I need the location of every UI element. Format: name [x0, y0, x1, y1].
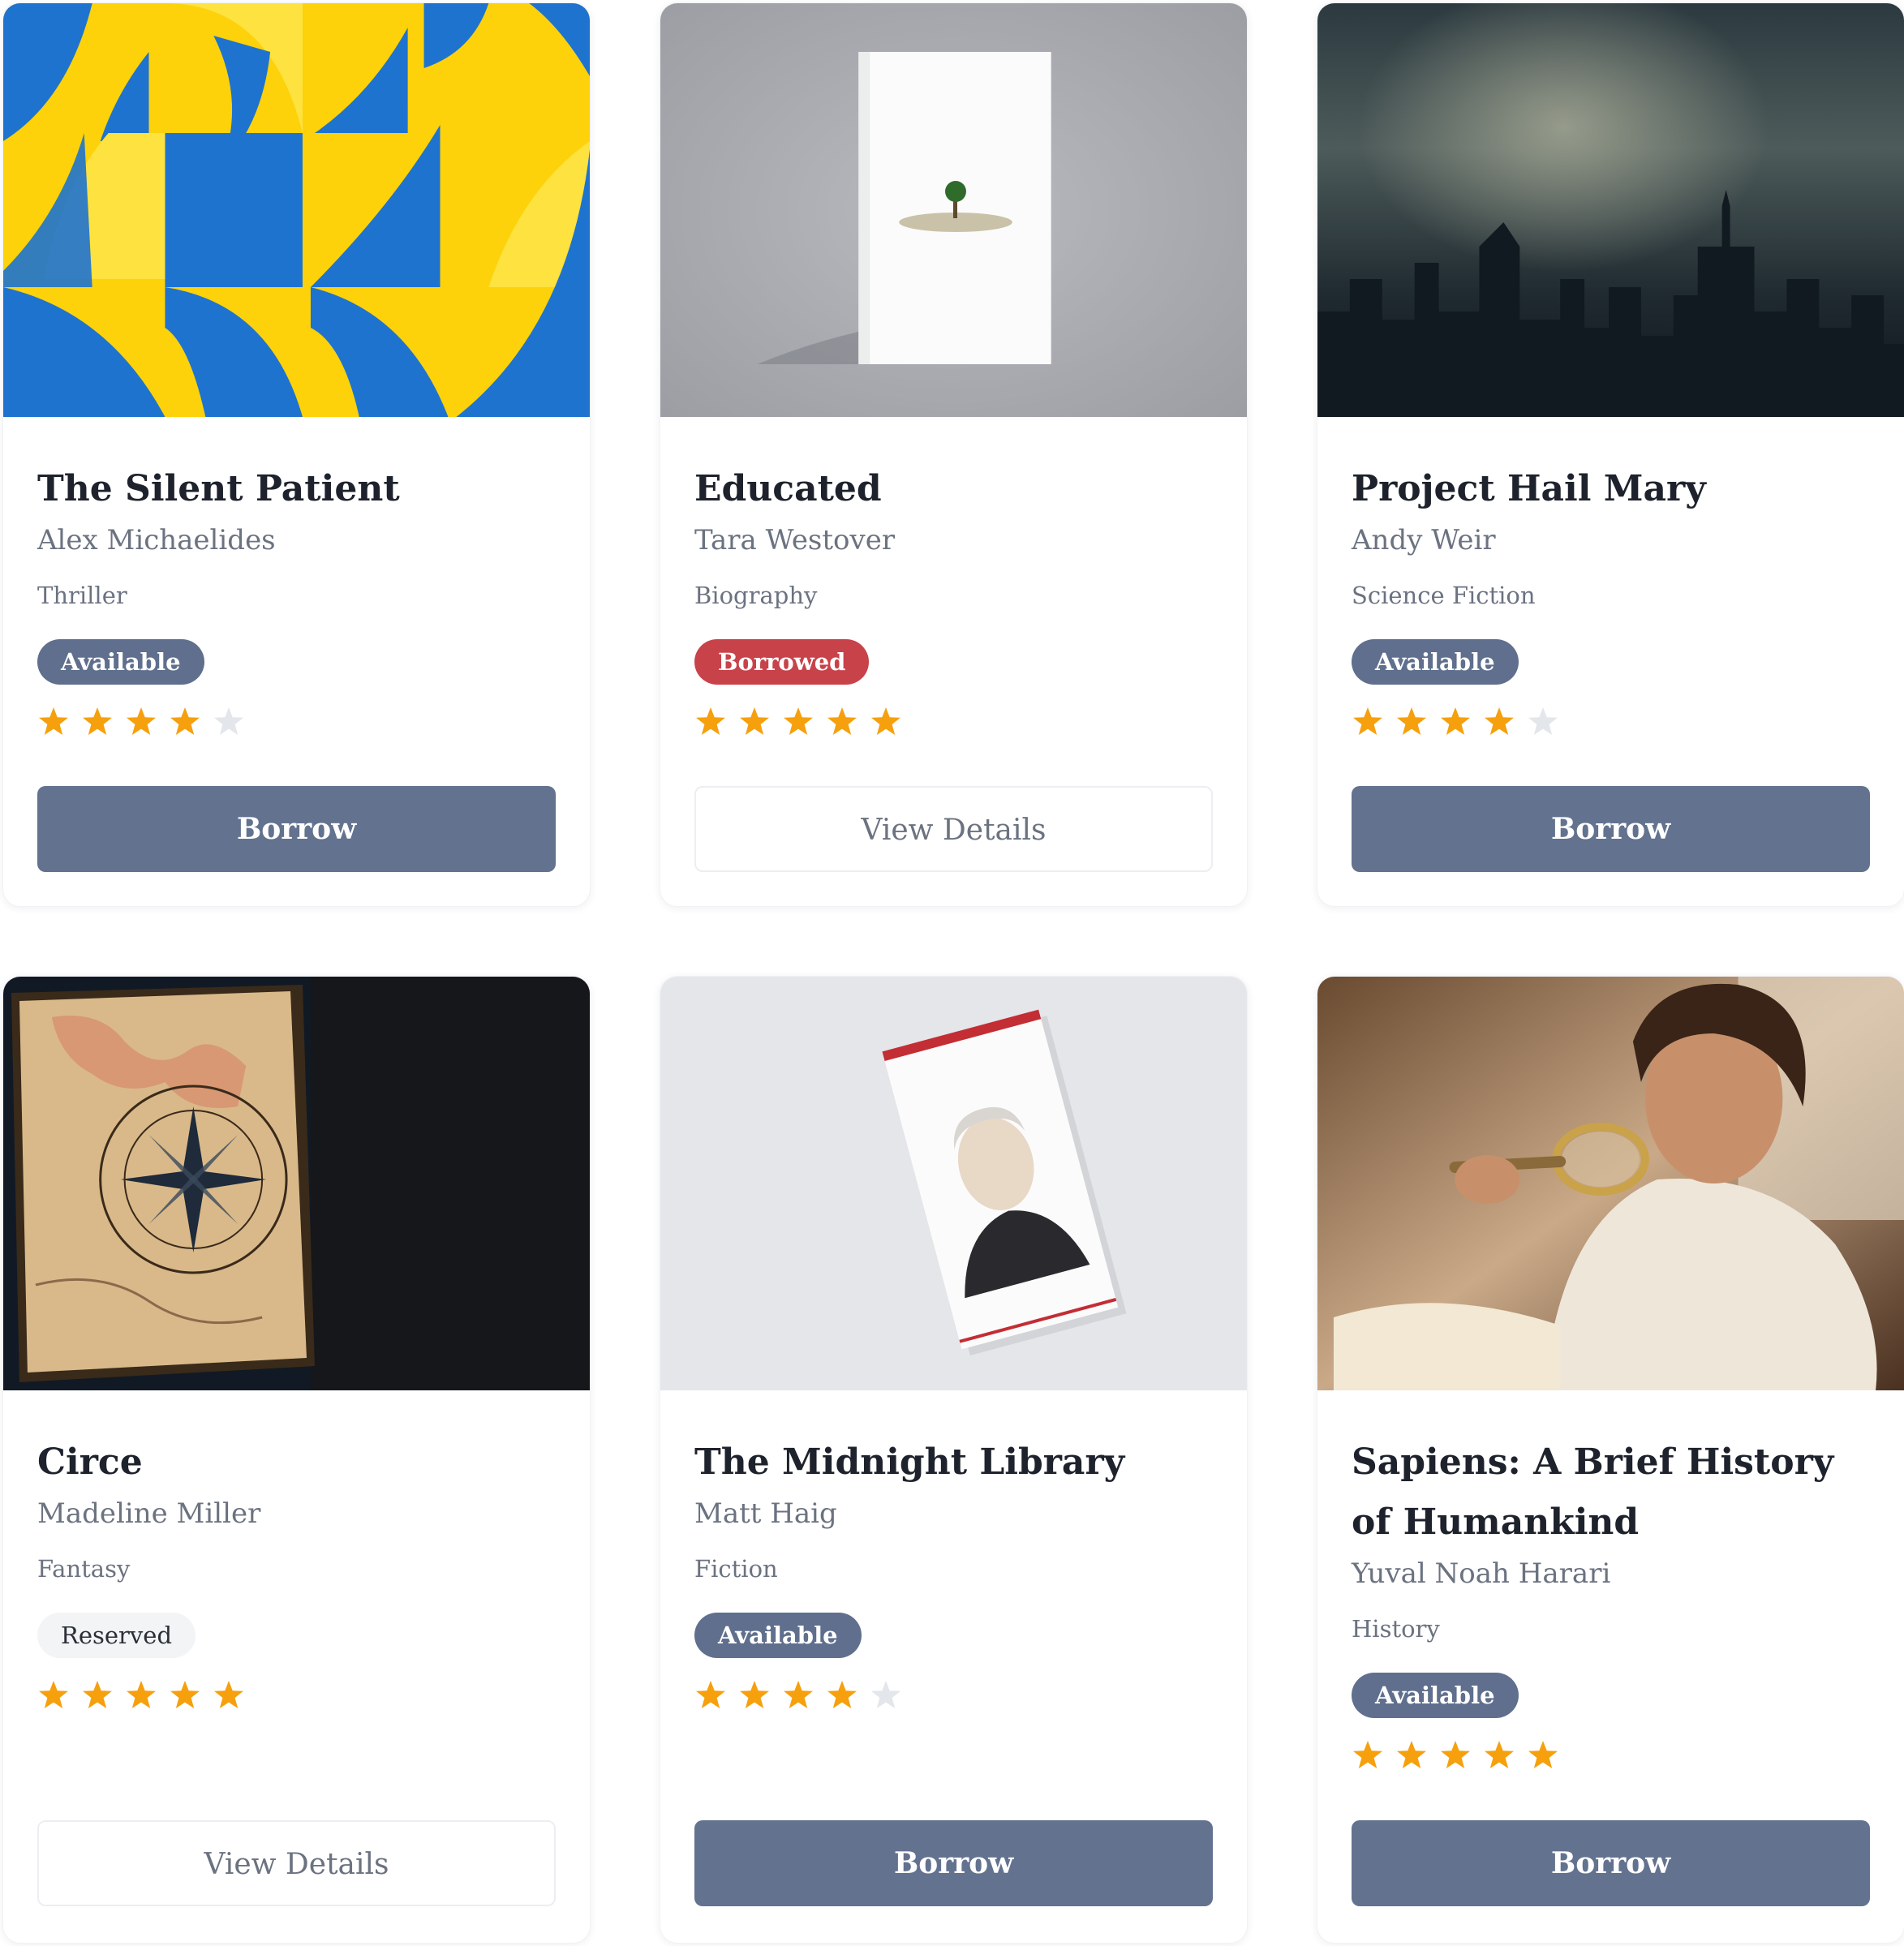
star-empty-icon	[871, 1681, 900, 1708]
star-filled-icon	[1353, 707, 1382, 735]
star-rating	[1352, 1739, 1870, 1781]
cover-image-map-compass	[3, 977, 590, 1390]
star-rating	[37, 706, 556, 748]
status-badge: Available	[694, 1613, 862, 1658]
star-rating	[694, 1679, 1213, 1721]
star-filled-icon	[39, 707, 68, 735]
status-badge: Available	[1352, 639, 1519, 685]
cover-image-city-skyline	[1317, 3, 1904, 417]
star-filled-icon	[740, 707, 769, 735]
book-author: Yuval Noah Harari	[1352, 1557, 1611, 1590]
star-filled-icon	[1441, 707, 1470, 735]
star-filled-icon	[214, 1681, 243, 1708]
book-title: Circe	[37, 1441, 143, 1483]
borrow-button[interactable]: Borrow	[1352, 1820, 1870, 1906]
borrow-button[interactable]: Borrow	[1352, 786, 1870, 872]
status-badge: Available	[1352, 1673, 1519, 1718]
star-empty-icon	[1528, 707, 1558, 735]
book-card: Sapiens: A Brief History of Humankind Yu…	[1317, 976, 1904, 1944]
star-filled-icon	[784, 707, 813, 735]
star-filled-icon	[871, 707, 900, 735]
book-genre: Science Fiction	[1352, 582, 1536, 609]
star-filled-icon	[1528, 1741, 1558, 1768]
star-filled-icon	[83, 1681, 112, 1708]
star-filled-icon	[170, 707, 200, 735]
book-card: Circe Madeline Miller Fantasy Reserved V…	[2, 976, 591, 1944]
star-filled-icon	[39, 1681, 68, 1708]
star-filled-icon	[784, 1681, 813, 1708]
star-filled-icon	[127, 707, 156, 735]
star-filled-icon	[1353, 1741, 1382, 1768]
star-filled-icon	[83, 707, 112, 735]
book-genre: Fiction	[694, 1555, 778, 1583]
star-filled-icon	[827, 1681, 857, 1708]
borrow-button[interactable]: Borrow	[694, 1820, 1213, 1906]
star-filled-icon	[740, 1681, 769, 1708]
book-title: Sapiens: A Brief History of Humankind	[1352, 1441, 1834, 1543]
book-cover[interactable]	[3, 977, 590, 1390]
cover-image-abstract	[3, 3, 590, 417]
book-author: Andy Weir	[1352, 524, 1496, 556]
star-filled-icon	[696, 707, 725, 735]
book-genre: Thriller	[37, 582, 127, 609]
book-author: Tara Westover	[694, 524, 896, 556]
star-filled-icon	[1485, 707, 1514, 735]
view-details-button[interactable]: View Details	[37, 1820, 556, 1906]
borrow-button[interactable]: Borrow	[37, 786, 556, 872]
cover-image-book-tree	[660, 3, 1247, 417]
book-cover[interactable]	[660, 977, 1247, 1390]
book-cover[interactable]	[660, 3, 1247, 417]
status-badge: Borrowed	[694, 639, 870, 685]
star-rating	[694, 706, 1213, 748]
status-badge: Reserved	[37, 1613, 196, 1658]
book-author: Alex Michaelides	[37, 524, 276, 556]
book-title: Educated	[694, 468, 882, 509]
book-title: The Silent Patient	[37, 468, 400, 509]
cover-image-portrait-book	[660, 977, 1247, 1390]
book-card: Educated Tara Westover Biography Borrowe…	[660, 2, 1248, 907]
cover-image-magnifying-glass	[1317, 977, 1904, 1390]
book-cover[interactable]	[3, 3, 590, 417]
book-card: The Midnight Library Matt Haig Fiction A…	[660, 976, 1248, 1944]
star-filled-icon	[1397, 1741, 1426, 1768]
star-filled-icon	[696, 1681, 725, 1708]
book-author: Matt Haig	[694, 1497, 837, 1530]
book-cover[interactable]	[1317, 977, 1904, 1390]
star-filled-icon	[827, 707, 857, 735]
star-rating	[1352, 706, 1870, 748]
star-rating	[37, 1679, 556, 1721]
status-badge: Available	[37, 639, 204, 685]
star-filled-icon	[1441, 1741, 1470, 1768]
book-cover[interactable]	[1317, 3, 1904, 417]
star-filled-icon	[1485, 1741, 1514, 1768]
star-filled-icon	[170, 1681, 200, 1708]
star-filled-icon	[1397, 707, 1426, 735]
book-genre: Fantasy	[37, 1555, 131, 1583]
book-grid: The Silent Patient Alex Michaelides Thri…	[2, 2, 1904, 1944]
book-card: The Silent Patient Alex Michaelides Thri…	[2, 2, 591, 907]
star-filled-icon	[127, 1681, 156, 1708]
book-title: The Midnight Library	[694, 1441, 1125, 1483]
book-card: Project Hail Mary Andy Weir Science Fict…	[1317, 2, 1904, 907]
view-details-button[interactable]: View Details	[694, 786, 1213, 872]
book-title: Project Hail Mary	[1352, 468, 1706, 509]
star-empty-icon	[214, 707, 243, 735]
book-genre: Biography	[694, 582, 818, 609]
book-author: Madeline Miller	[37, 1497, 261, 1530]
book-genre: History	[1352, 1615, 1440, 1643]
